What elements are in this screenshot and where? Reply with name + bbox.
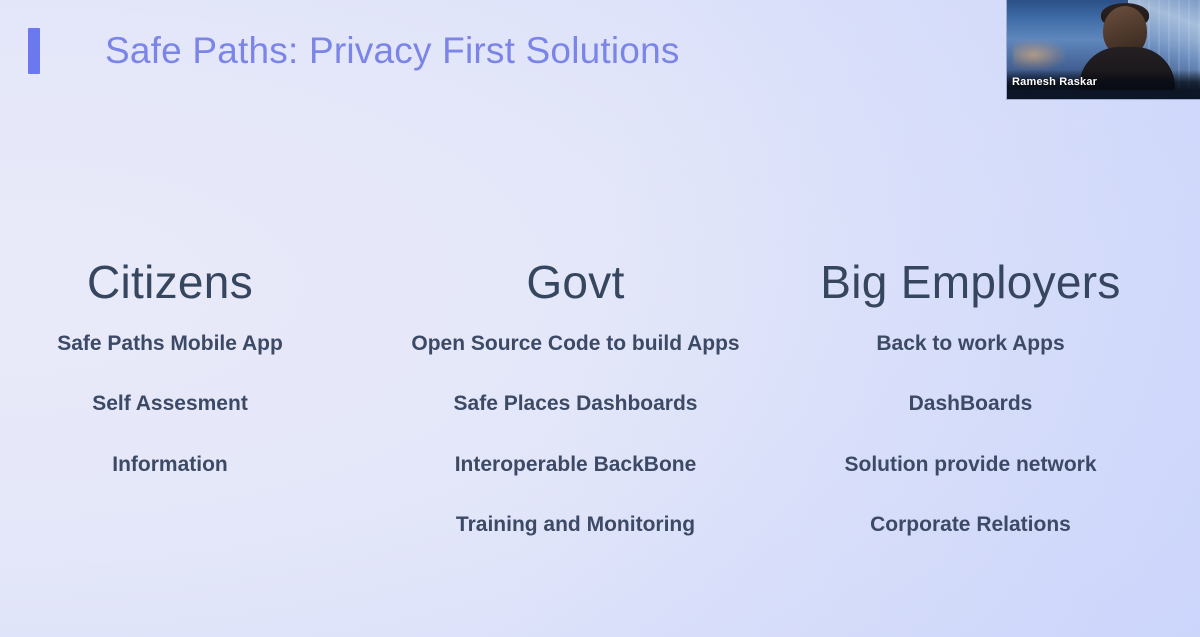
list-item: Interoperable BackBone	[454, 452, 697, 476]
column-items-big-employers: Back to work Apps DashBoards Solution pr…	[783, 332, 1158, 537]
list-item: Back to work Apps	[876, 332, 1065, 356]
columns-container: Citizens Safe Paths Mobile App Self Asse…	[0, 258, 1200, 537]
column-heading-citizens: Citizens	[86, 256, 253, 308]
speaker-name-label: Ramesh Raskar	[1012, 76, 1098, 88]
column-items-govt: Open Source Code to build Apps Safe Plac…	[378, 332, 773, 537]
column-items-citizens: Safe Paths Mobile App Self Assesment Inf…	[0, 332, 340, 476]
column-heading-big-employers: Big Employers	[820, 256, 1121, 308]
list-item: Information	[112, 452, 228, 476]
video-bottom-band	[1007, 90, 1200, 99]
window-glow-icon	[1013, 40, 1065, 70]
title-accent-bar	[28, 28, 40, 74]
page-title: Safe Paths: Privacy First Solutions	[105, 29, 680, 71]
list-item: Safe Paths Mobile App	[57, 332, 283, 356]
list-item: DashBoards	[908, 392, 1033, 416]
column-citizens: Citizens Safe Paths Mobile App Self Asse…	[0, 258, 340, 537]
column-big-employers: Big Employers Back to work Apps DashBoar…	[783, 258, 1158, 537]
list-item: Safe Places Dashboards	[453, 392, 698, 416]
column-heading-govt: Govt	[526, 256, 625, 308]
column-govt: Govt Open Source Code to build Apps Safe…	[378, 258, 773, 537]
list-item: Self Assesment	[92, 392, 248, 416]
list-item: Solution provide network	[844, 452, 1097, 476]
list-item: Open Source Code to build Apps	[411, 332, 740, 356]
slide-title-row: Safe Paths: Privacy First Solutions	[0, 28, 680, 74]
list-item: Training and Monitoring	[455, 512, 696, 536]
speaker-video-tile[interactable]: Ramesh Raskar	[1007, 0, 1200, 99]
list-item: Corporate Relations	[870, 512, 1071, 536]
presentation-slide: Safe Paths: Privacy First Solutions Citi…	[0, 0, 1200, 637]
